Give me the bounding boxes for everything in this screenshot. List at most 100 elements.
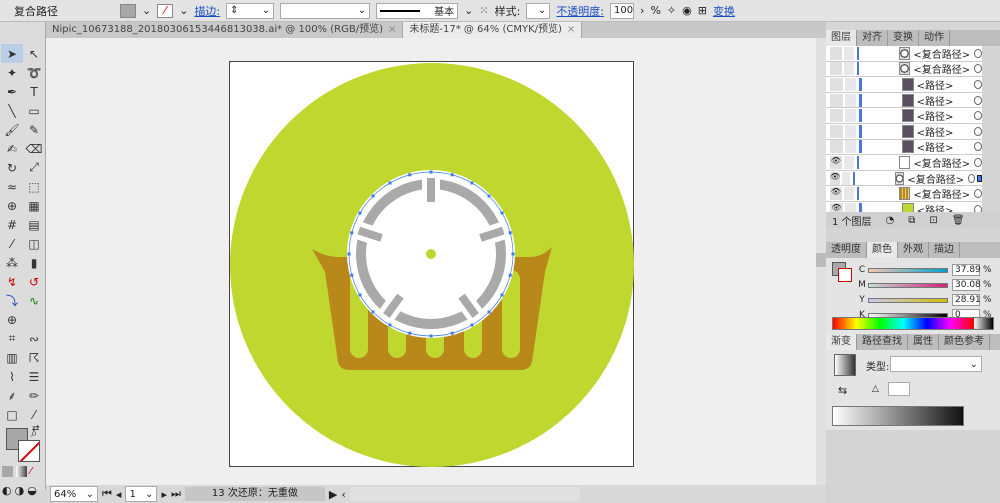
layer-row[interactable]: 👁 <复合路径> xyxy=(826,170,982,187)
target-icon[interactable] xyxy=(973,142,982,152)
channel-track[interactable] xyxy=(868,267,948,273)
magic-wand-icon[interactable]: ✦ xyxy=(1,63,23,82)
artboard[interactable] xyxy=(229,61,634,467)
pencil-icon[interactable]: ✎ xyxy=(23,120,45,139)
angle-icon[interactable]: △ xyxy=(872,384,879,394)
target-icon[interactable] xyxy=(973,126,982,136)
gradient-preview[interactable] xyxy=(834,354,856,376)
fill-swatch[interactable] xyxy=(120,3,136,18)
eye-icon[interactable]: 👁 xyxy=(830,187,842,201)
tab-color[interactable]: 颜色 xyxy=(867,242,898,258)
channel-value[interactable]: 30.08 xyxy=(952,279,981,291)
swap-icon[interactable]: ⇄ xyxy=(32,424,40,434)
layer-row[interactable]: <复合路径> xyxy=(826,61,982,78)
lock-toggle[interactable] xyxy=(844,77,856,91)
rotate-icon[interactable]: ↻ xyxy=(1,158,23,177)
gradient-icon[interactable] xyxy=(16,466,27,477)
chevron-down-icon[interactable]: ⌄ xyxy=(464,4,473,17)
color-icon[interactable] xyxy=(2,466,13,477)
eye-icon[interactable]: 👁 xyxy=(830,171,841,185)
opacity-link[interactable]: 不透明度: xyxy=(556,3,604,19)
stroke-swatch[interactable] xyxy=(838,268,852,282)
pen-icon[interactable]: ✒ xyxy=(1,82,23,101)
eraser-icon[interactable]: ⌫ xyxy=(23,139,45,158)
target-icon[interactable] xyxy=(974,157,982,167)
last-page-icon[interactable]: ⏭ xyxy=(171,487,181,501)
prev-page-icon[interactable]: ◂ xyxy=(116,488,122,501)
tab-attributes[interactable]: 属性 xyxy=(908,334,939,350)
lasso-icon[interactable]: ➰ xyxy=(23,63,45,82)
horizontal-scrollbar[interactable] xyxy=(349,487,580,501)
channel-track[interactable] xyxy=(868,297,948,303)
new-sublayer-icon[interactable]: ⊡ xyxy=(929,215,937,226)
layer-row[interactable]: 👁 <复合路径> xyxy=(826,155,982,171)
custom-tool-1-icon[interactable]: ↯ xyxy=(1,272,23,291)
lock-toggle[interactable] xyxy=(842,171,851,185)
artboard-icon[interactable]: □ xyxy=(1,405,23,424)
chevron-right-icon[interactable]: › xyxy=(640,4,644,17)
chevron-down-icon[interactable]: ⌄ xyxy=(179,4,188,17)
tab-align[interactable]: 对齐 xyxy=(857,30,888,46)
channel-value[interactable]: 37.89 xyxy=(952,264,981,276)
tab-layers[interactable]: 图层 xyxy=(826,30,857,46)
angle-input[interactable] xyxy=(888,382,910,396)
layer-row[interactable]: 👁 <复合路径> xyxy=(826,186,982,202)
recolor-icon[interactable]: ✧ xyxy=(667,4,676,17)
layer-row[interactable]: 👁 <路径> xyxy=(826,201,982,212)
lock-toggle[interactable] xyxy=(844,140,856,154)
opacity-input[interactable]: 100 xyxy=(610,2,635,19)
first-page-icon[interactable]: ⏮ xyxy=(102,487,112,501)
zoom-select[interactable]: 64% ⌄ xyxy=(50,486,98,502)
grid-icon[interactable]: ▥ xyxy=(1,348,23,367)
dropper-2-icon[interactable]: ⸙ xyxy=(1,386,23,405)
custom-tool-2-icon[interactable]: ↺ xyxy=(23,272,45,291)
visibility-toggle[interactable] xyxy=(830,62,842,76)
close-icon[interactable]: × xyxy=(388,24,396,35)
direct-selection-icon[interactable]: ↖ xyxy=(23,44,45,63)
none-icon[interactable]: ⁄ xyxy=(30,466,41,477)
reverse-gradient-icon[interactable]: ⇆ xyxy=(838,384,847,397)
lock-toggle[interactable] xyxy=(843,46,854,60)
lock-toggle[interactable] xyxy=(844,124,856,138)
channel-track[interactable] xyxy=(868,282,948,288)
clipping-mask-icon[interactable]: ⧉ xyxy=(908,215,915,226)
blend-icon[interactable]: ◫ xyxy=(23,234,45,253)
visibility-toggle[interactable] xyxy=(830,140,843,154)
brush-select[interactable]: 基本 xyxy=(376,2,459,19)
slice-icon[interactable]: ⁄ xyxy=(23,405,45,424)
target-icon[interactable] xyxy=(973,111,982,121)
draw-inside-icon[interactable]: ◒ xyxy=(27,484,37,497)
visibility-toggle[interactable] xyxy=(830,109,843,123)
lock-toggle[interactable] xyxy=(843,187,854,201)
wave-icon[interactable]: ∾ xyxy=(23,329,45,348)
lock-toggle[interactable] xyxy=(844,202,856,212)
scale-icon[interactable]: ⤢ xyxy=(23,158,45,177)
channel-value[interactable]: 28.91 xyxy=(952,294,981,306)
visibility-toggle[interactable] xyxy=(830,93,843,107)
align-icon[interactable]: ☰ xyxy=(23,367,45,386)
visibility-toggle[interactable] xyxy=(830,77,843,91)
page-select[interactable]: 1 ⌄ xyxy=(125,486,158,502)
crosshair-icon[interactable]: ⊕ xyxy=(1,310,23,329)
shape-builder-icon[interactable]: ⊕ xyxy=(1,196,23,215)
tab-pathfinder[interactable]: 路径查找 xyxy=(857,334,908,350)
lock-toggle[interactable] xyxy=(843,155,854,169)
lock-toggle[interactable] xyxy=(844,93,856,107)
layer-row[interactable]: <路径> xyxy=(826,108,982,124)
free-transform-icon[interactable]: ⬚ xyxy=(23,177,45,196)
paintbrush-icon[interactable]: 🖌 xyxy=(1,120,23,139)
style-select[interactable]: ⌄ xyxy=(526,2,551,19)
lock-toggle[interactable] xyxy=(843,62,854,76)
tab-transparency[interactable]: 透明度 xyxy=(826,242,867,258)
tab-color-guide[interactable]: 颜色参考 xyxy=(939,334,990,350)
envelope-icon[interactable]: ⌗ xyxy=(1,329,23,348)
gradient-icon[interactable]: ▤ xyxy=(23,215,45,234)
layer-row[interactable]: <复合路径> xyxy=(826,46,982,62)
close-icon[interactable]: × xyxy=(567,24,575,35)
selection-icon[interactable]: ➤ xyxy=(1,44,23,63)
stroke-none-icon[interactable]: ⁄ xyxy=(157,3,174,18)
custom-tool-3-icon[interactable]: ⤵ xyxy=(1,291,23,310)
layer-row[interactable]: <路径> xyxy=(826,77,982,93)
target-icon[interactable] xyxy=(973,79,982,89)
tab-transform[interactable]: 变换 xyxy=(888,30,919,46)
